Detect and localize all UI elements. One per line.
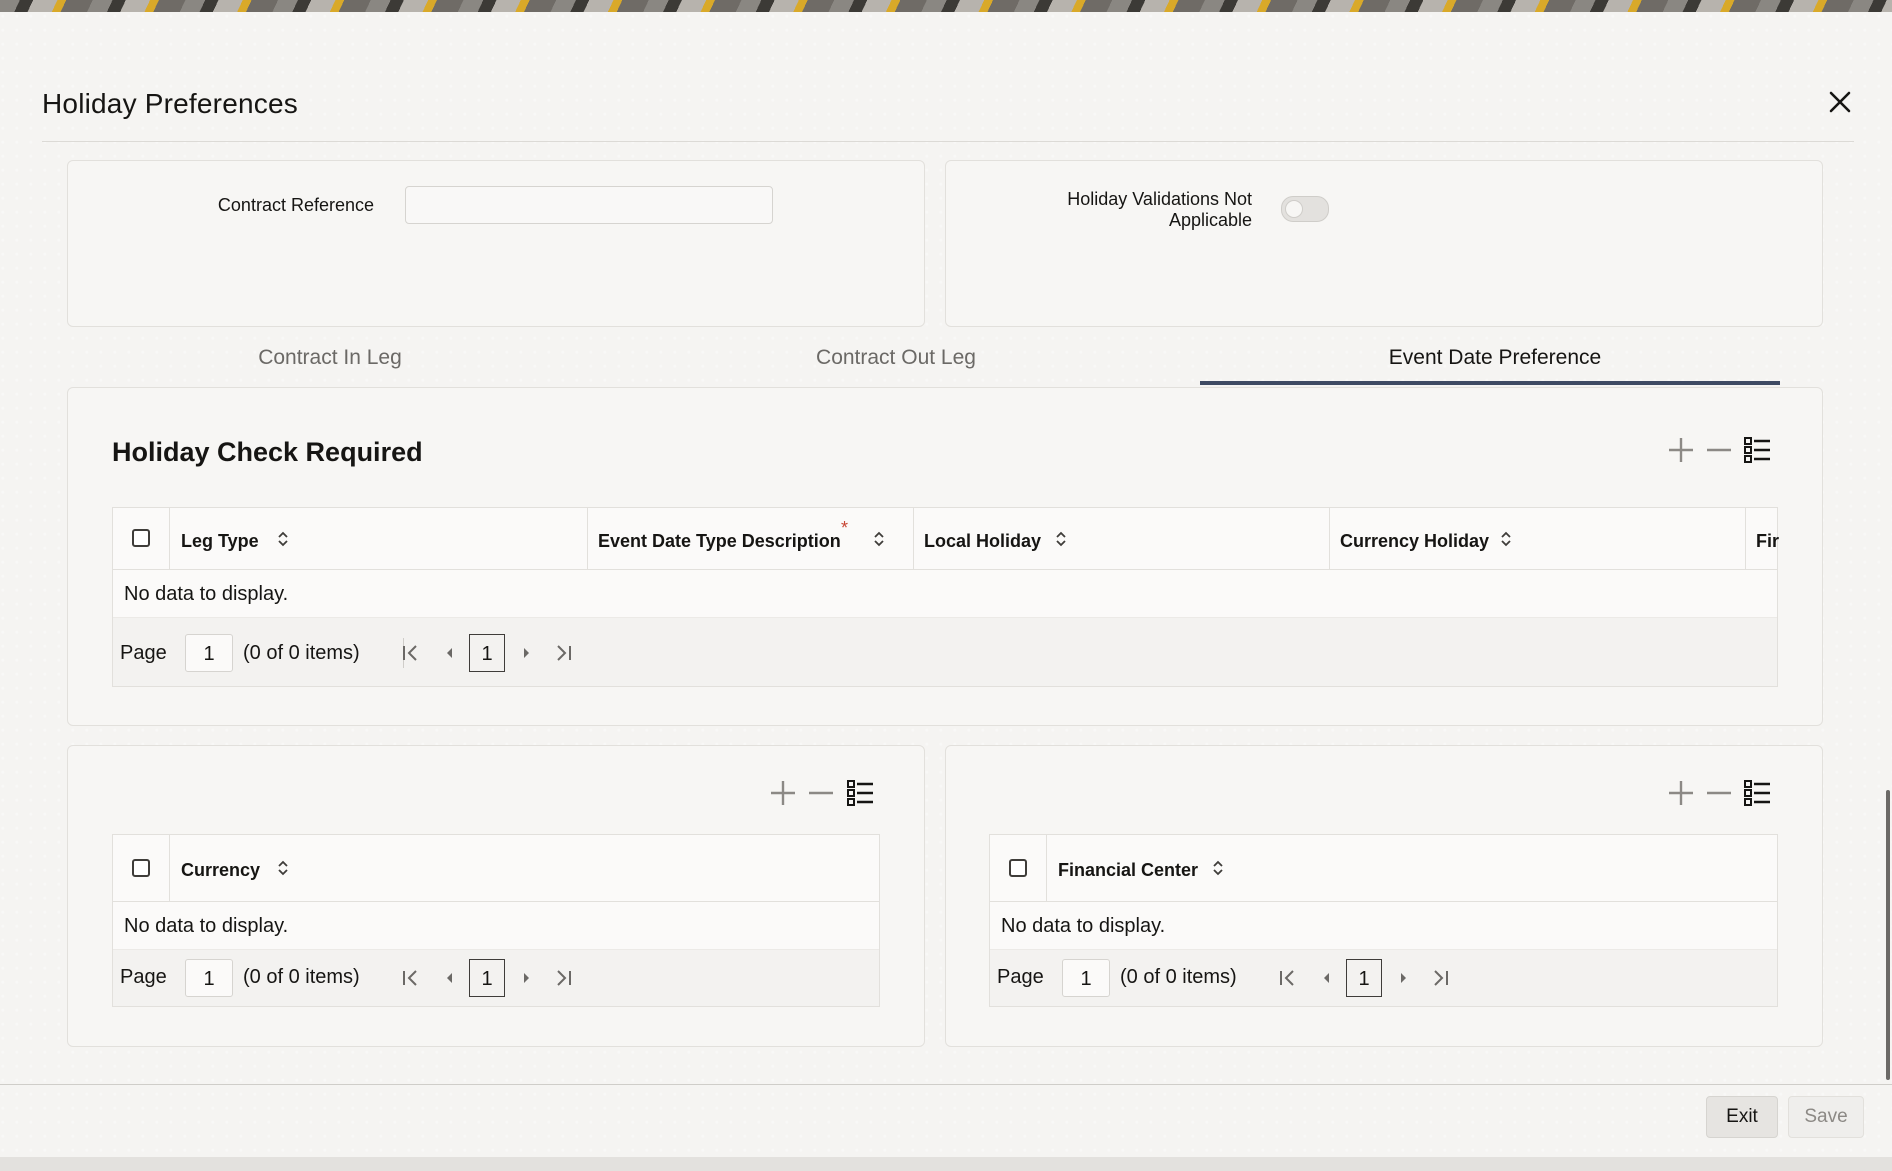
- tab-contract-in-leg[interactable]: Contract In Leg: [230, 346, 430, 370]
- remove-icon[interactable]: [1704, 778, 1734, 808]
- holiday-validations-panel: [945, 160, 1823, 327]
- sort-icon[interactable]: [872, 529, 886, 549]
- pagination-bar: Page 1 (0 of 0 items) 1: [113, 617, 1777, 686]
- page-label: Page: [120, 642, 167, 664]
- pagination-bar: Page 1 (0 of 0 items) 1: [113, 949, 879, 1006]
- list-view-icon[interactable]: [1742, 435, 1772, 465]
- contract-reference-input[interactable]: [405, 186, 773, 224]
- sort-icon[interactable]: [276, 858, 290, 878]
- column-label-event-date-type: Event Date Type Description: [598, 531, 841, 551]
- holiday-check-grid: Leg Type Event Date Type Description * L…: [112, 507, 1780, 687]
- currency-grid: Currency No data to display. Page 1 (0 o…: [112, 834, 880, 1007]
- tab-event-date-preference[interactable]: Event Date Preference: [1340, 346, 1650, 370]
- empty-message: No data to display.: [1001, 915, 1166, 937]
- financial-center-grid-header: Financial Center: [990, 835, 1777, 902]
- last-page-icon[interactable]: [551, 641, 575, 665]
- dialog-title: Holiday Preferences: [42, 88, 298, 119]
- current-page[interactable]: 1: [469, 634, 505, 672]
- column-label-currency: Currency: [181, 860, 261, 880]
- first-page-icon[interactable]: [399, 966, 423, 990]
- page-number-input[interactable]: 1: [185, 634, 233, 672]
- contract-reference-label: Contract Reference: [217, 195, 374, 215]
- footer-divider: [0, 1084, 1892, 1085]
- first-page-icon[interactable]: [1276, 966, 1300, 990]
- first-page-icon[interactable]: [399, 641, 423, 665]
- add-icon[interactable]: [1666, 435, 1696, 465]
- add-icon[interactable]: [1666, 778, 1696, 808]
- holiday-validations-toggle[interactable]: [1281, 196, 1329, 222]
- page-number-input[interactable]: 1: [1062, 959, 1110, 997]
- list-view-icon[interactable]: [845, 778, 875, 808]
- next-page-icon[interactable]: [514, 641, 538, 665]
- empty-message: No data to display.: [124, 583, 289, 605]
- column-label-financial-center: Financial Center: [1058, 860, 1199, 880]
- list-view-icon[interactable]: [1742, 778, 1772, 808]
- column-label-currency-holiday: Currency Holiday: [1340, 531, 1490, 551]
- column-label-truncated: Fir: [1756, 531, 1780, 551]
- current-page[interactable]: 1: [1346, 959, 1382, 997]
- previous-page-icon[interactable]: [438, 641, 462, 665]
- holiday-validations-label-line2: Applicable: [1168, 210, 1252, 230]
- current-page[interactable]: 1: [469, 959, 505, 997]
- tab-contract-out-leg[interactable]: Contract Out Leg: [796, 346, 996, 370]
- page-label: Page: [997, 966, 1044, 988]
- sort-icon[interactable]: [1054, 529, 1068, 549]
- top-banner: [0, 0, 1892, 12]
- active-tab-indicator: [1200, 381, 1780, 385]
- column-label-local-holiday: Local Holiday: [924, 531, 1042, 551]
- currency-grid-header: Currency: [113, 835, 879, 902]
- sort-icon[interactable]: [1499, 529, 1513, 549]
- select-all-checkbox[interactable]: [132, 529, 150, 547]
- vertical-scrollbar[interactable]: [1886, 790, 1890, 1080]
- required-indicator: *: [841, 518, 849, 538]
- items-count: (0 of 0 items): [1120, 966, 1237, 988]
- holiday-check-grid-header: Leg Type Event Date Type Description * L…: [113, 508, 1780, 570]
- holiday-check-title: Holiday Check Required: [112, 437, 423, 467]
- next-page-icon[interactable]: [514, 966, 538, 990]
- close-icon[interactable]: [1824, 86, 1856, 118]
- last-page-icon[interactable]: [1428, 966, 1452, 990]
- previous-page-icon[interactable]: [1315, 966, 1339, 990]
- items-count: (0 of 0 items): [243, 642, 360, 664]
- next-page-icon[interactable]: [1391, 966, 1415, 990]
- previous-page-icon[interactable]: [438, 966, 462, 990]
- financial-center-grid: Financial Center No data to display. Pag…: [989, 834, 1778, 1007]
- page-number-input[interactable]: 1: [185, 959, 233, 997]
- select-all-checkbox[interactable]: [1009, 859, 1027, 877]
- pagination-bar: Page 1 (0 of 0 items) 1: [990, 949, 1777, 1006]
- holiday-validations-label-line1: Holiday Validations Not: [1067, 189, 1252, 209]
- title-divider: [42, 141, 1854, 142]
- bottom-bar: [0, 1157, 1892, 1171]
- last-page-icon[interactable]: [551, 966, 575, 990]
- add-icon[interactable]: [768, 778, 798, 808]
- page-label: Page: [120, 966, 167, 988]
- exit-button[interactable]: Exit: [1706, 1096, 1778, 1138]
- sort-icon[interactable]: [1211, 858, 1225, 878]
- column-label-leg-type: Leg Type: [181, 531, 259, 551]
- empty-message: No data to display.: [124, 915, 289, 937]
- remove-icon[interactable]: [806, 778, 836, 808]
- save-button[interactable]: Save: [1788, 1096, 1864, 1138]
- items-count: (0 of 0 items): [243, 966, 360, 988]
- remove-icon[interactable]: [1704, 435, 1734, 465]
- select-all-checkbox[interactable]: [132, 859, 150, 877]
- sort-icon[interactable]: [276, 529, 290, 549]
